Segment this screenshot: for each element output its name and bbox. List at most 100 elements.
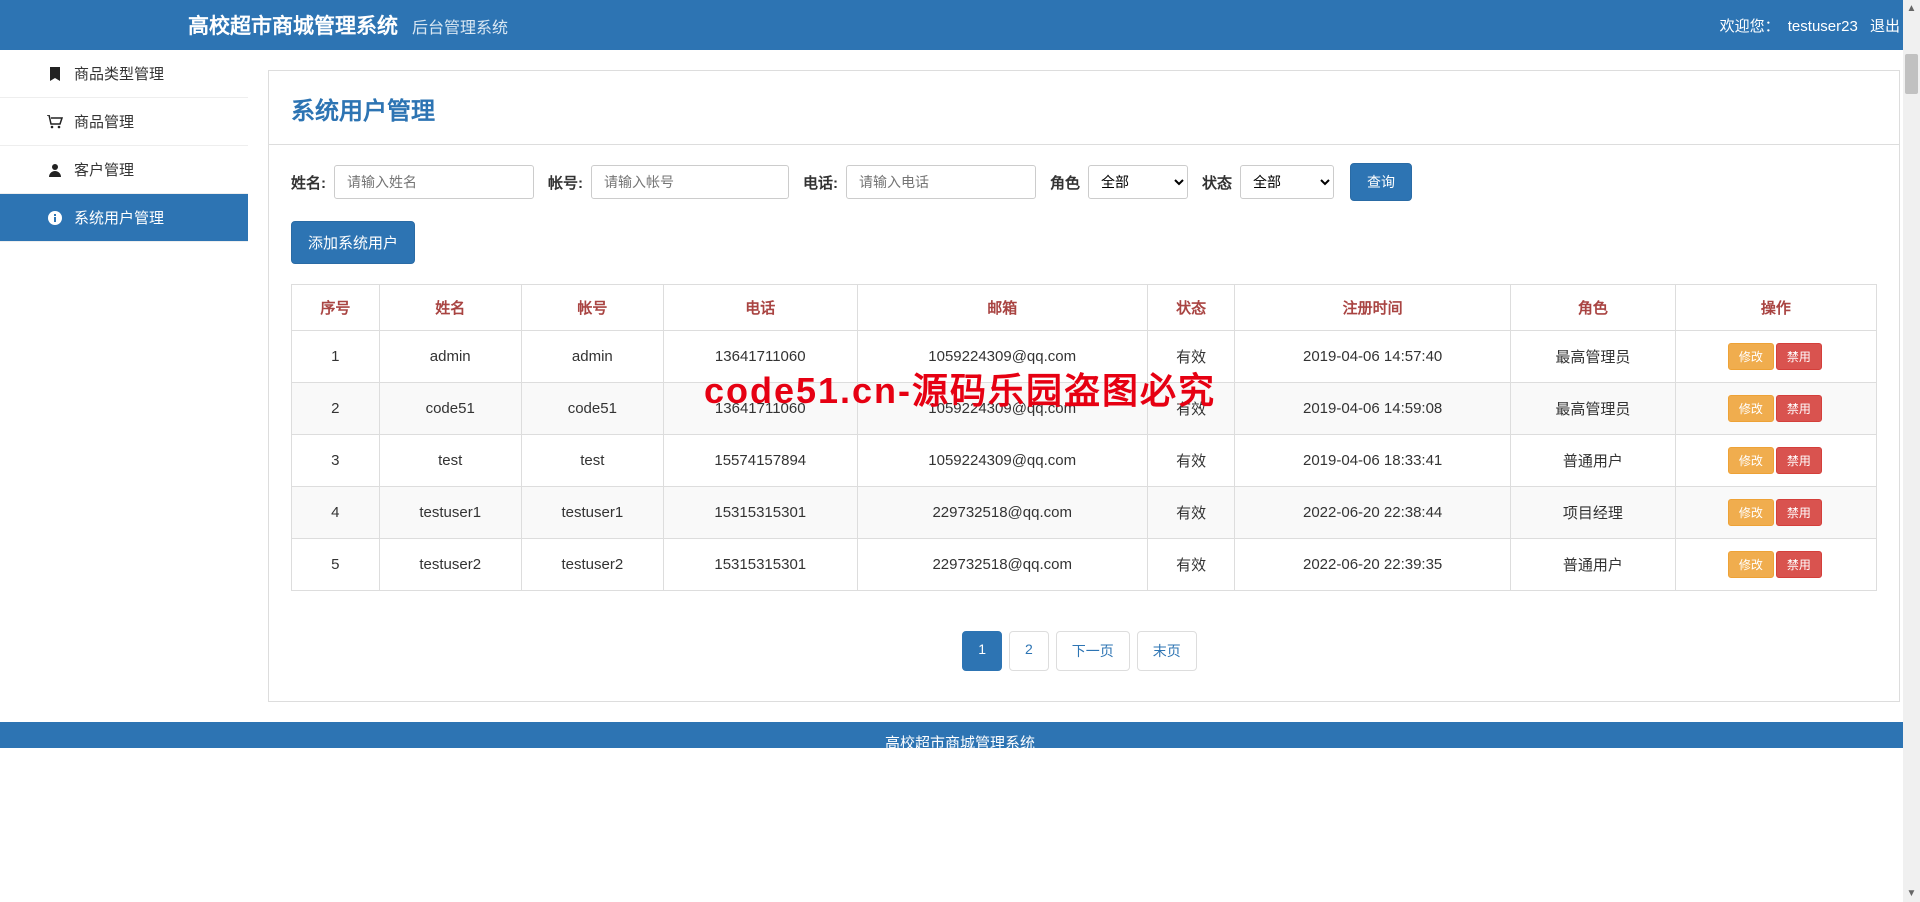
phone-label: 电话: bbox=[803, 172, 838, 193]
disable-button[interactable]: 禁用 bbox=[1776, 343, 1822, 370]
sidebar-item-product-type[interactable]: 商品类型管理 bbox=[0, 50, 248, 98]
table-cell-account: test bbox=[521, 435, 663, 487]
sidebar-item-customer[interactable]: 客户管理 bbox=[0, 146, 248, 194]
scroll-thumb[interactable] bbox=[1905, 54, 1918, 94]
table-cell-account: testuser2 bbox=[521, 539, 663, 591]
status-select[interactable]: 全部 bbox=[1240, 165, 1334, 199]
bookmark-icon bbox=[46, 67, 64, 81]
table-cell-role: 最高管理员 bbox=[1510, 383, 1675, 435]
table-cell-idx: 4 bbox=[292, 487, 380, 539]
table-cell-idx: 1 bbox=[292, 331, 380, 383]
role-label: 角色 bbox=[1050, 172, 1080, 193]
table-cell-phone: 15315315301 bbox=[663, 539, 857, 591]
table-header: 角色 bbox=[1510, 285, 1675, 331]
edit-button[interactable]: 修改 bbox=[1728, 551, 1774, 578]
disable-button[interactable]: 禁用 bbox=[1776, 395, 1822, 422]
table-row: 4testuser1testuser115315315301229732518@… bbox=[292, 487, 1877, 539]
table-cell-regtime: 2022-06-20 22:39:35 bbox=[1235, 539, 1510, 591]
table-cell-account: admin bbox=[521, 331, 663, 383]
disable-button[interactable]: 禁用 bbox=[1776, 499, 1822, 526]
sidebar: 商品类型管理 商品管理 客户管理 系统用户管理 bbox=[0, 50, 248, 722]
table-cell-email: 229732518@qq.com bbox=[857, 539, 1147, 591]
table-cell-email: 1059224309@qq.com bbox=[857, 331, 1147, 383]
query-button[interactable]: 查询 bbox=[1350, 163, 1412, 201]
table-cell-ops: 修改禁用 bbox=[1675, 383, 1876, 435]
sidebar-item-system-user[interactable]: 系统用户管理 bbox=[0, 194, 248, 242]
table-cell-ops: 修改禁用 bbox=[1675, 331, 1876, 383]
welcome-label: 欢迎您： bbox=[1720, 18, 1780, 35]
page-title: 系统用户管理 bbox=[291, 91, 1877, 126]
table-cell-phone: 15315315301 bbox=[663, 487, 857, 539]
table-cell-email: 229732518@qq.com bbox=[857, 487, 1147, 539]
table-cell-phone: 13641711060 bbox=[663, 331, 857, 383]
sidebar-item-product[interactable]: 商品管理 bbox=[0, 98, 248, 146]
scroll-up-icon[interactable]: ▲ bbox=[1903, 0, 1920, 17]
scrollbar[interactable]: ▲ ▼ bbox=[1903, 0, 1920, 902]
footer: 高校超市商城管理系统 bbox=[0, 722, 1920, 748]
edit-button[interactable]: 修改 bbox=[1728, 447, 1774, 474]
table-row: 3testtest155741578941059224309@qq.com有效2… bbox=[292, 435, 1877, 487]
user-table: 序号姓名帐号电话邮箱状态注册时间角色操作 1adminadmin13641711… bbox=[291, 284, 1877, 591]
table-cell-name: testuser2 bbox=[379, 539, 521, 591]
edit-button[interactable]: 修改 bbox=[1728, 343, 1774, 370]
disable-button[interactable]: 禁用 bbox=[1776, 447, 1822, 474]
status-label: 状态 bbox=[1202, 172, 1232, 193]
table-cell-account: testuser1 bbox=[521, 487, 663, 539]
table-header: 注册时间 bbox=[1235, 285, 1510, 331]
table-cell-role: 项目经理 bbox=[1510, 487, 1675, 539]
sidebar-item-label: 系统用户管理 bbox=[74, 207, 164, 228]
table-row: 1adminadmin136417110601059224309@qq.com有… bbox=[292, 331, 1877, 383]
account-input[interactable] bbox=[591, 165, 789, 199]
user-icon bbox=[46, 163, 64, 177]
disable-button[interactable]: 禁用 bbox=[1776, 551, 1822, 578]
table-cell-idx: 3 bbox=[292, 435, 380, 487]
table-header: 操作 bbox=[1675, 285, 1876, 331]
table-row: 5testuser2testuser215315315301229732518@… bbox=[292, 539, 1877, 591]
table-cell-status: 有效 bbox=[1147, 487, 1235, 539]
brand-sub: 后台管理系统 bbox=[412, 14, 508, 38]
table-cell-status: 有效 bbox=[1147, 435, 1235, 487]
page-next[interactable]: 下一页 bbox=[1056, 631, 1130, 671]
scroll-down-icon[interactable]: ▼ bbox=[1903, 885, 1920, 902]
table-cell-phone: 13641711060 bbox=[663, 383, 857, 435]
pagination: 1 2 下一页 末页 bbox=[269, 631, 1899, 671]
name-input[interactable] bbox=[334, 165, 534, 199]
table-cell-role: 普通用户 bbox=[1510, 539, 1675, 591]
table-header: 姓名 bbox=[379, 285, 521, 331]
phone-input[interactable] bbox=[846, 165, 1036, 199]
brand-main: 高校超市商城管理系统 bbox=[188, 10, 398, 40]
logout-link[interactable]: 退出 bbox=[1870, 18, 1900, 35]
table-cell-ops: 修改禁用 bbox=[1675, 435, 1876, 487]
table-cell-status: 有效 bbox=[1147, 383, 1235, 435]
table-cell-idx: 2 bbox=[292, 383, 380, 435]
cart-icon bbox=[46, 115, 64, 129]
page-last[interactable]: 末页 bbox=[1137, 631, 1197, 671]
edit-button[interactable]: 修改 bbox=[1728, 395, 1774, 422]
current-username: testuser23 bbox=[1788, 18, 1858, 35]
table-header: 邮箱 bbox=[857, 285, 1147, 331]
table-cell-name: test bbox=[379, 435, 521, 487]
edit-button[interactable]: 修改 bbox=[1728, 499, 1774, 526]
table-cell-ops: 修改禁用 bbox=[1675, 539, 1876, 591]
page-2[interactable]: 2 bbox=[1009, 631, 1049, 671]
filter-bar: 姓名: 帐号: 电话: 角色 全部 状态 全部 查询 bbox=[269, 163, 1899, 201]
sidebar-item-label: 客户管理 bbox=[74, 159, 134, 180]
table-header: 电话 bbox=[663, 285, 857, 331]
role-select[interactable]: 全部 bbox=[1088, 165, 1188, 199]
page-1[interactable]: 1 bbox=[962, 631, 1002, 671]
table-cell-status: 有效 bbox=[1147, 539, 1235, 591]
table-cell-regtime: 2019-04-06 18:33:41 bbox=[1235, 435, 1510, 487]
table-cell-email: 1059224309@qq.com bbox=[857, 383, 1147, 435]
table-cell-ops: 修改禁用 bbox=[1675, 487, 1876, 539]
table-cell-phone: 15574157894 bbox=[663, 435, 857, 487]
table-header-row: 序号姓名帐号电话邮箱状态注册时间角色操作 bbox=[292, 285, 1877, 331]
table-cell-account: code51 bbox=[521, 383, 663, 435]
add-user-button[interactable]: 添加系统用户 bbox=[291, 221, 415, 264]
table-cell-email: 1059224309@qq.com bbox=[857, 435, 1147, 487]
sidebar-item-label: 商品管理 bbox=[74, 111, 134, 132]
footer-text: 高校超市商城管理系统 bbox=[885, 735, 1035, 748]
top-navbar: 高校超市商城管理系统 后台管理系统 欢迎您： testuser23 退出 bbox=[0, 0, 1920, 50]
info-icon bbox=[46, 210, 64, 226]
table-cell-name: testuser1 bbox=[379, 487, 521, 539]
table-header: 序号 bbox=[292, 285, 380, 331]
